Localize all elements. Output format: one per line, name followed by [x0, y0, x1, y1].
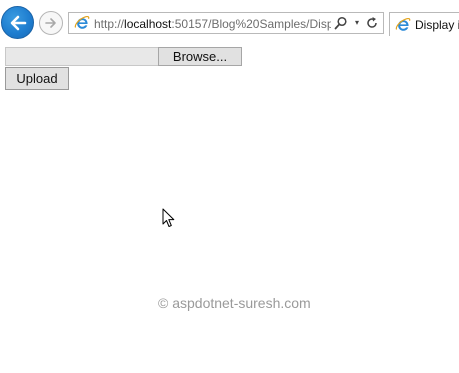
back-button[interactable]	[1, 6, 34, 39]
browse-button[interactable]: Browse...	[158, 47, 242, 66]
url-prefix: http://	[94, 17, 125, 31]
watermark-text: © aspdotnet-suresh.com	[158, 295, 311, 311]
address-bar[interactable]: http://localhost:50157/Blog%20Samples/Di…	[68, 12, 384, 34]
forward-button[interactable]	[39, 11, 63, 35]
browser-toolbar: http://localhost:50157/Blog%20Samples/Di…	[0, 0, 459, 43]
back-arrow-icon	[10, 15, 27, 31]
upload-button[interactable]: Upload	[5, 67, 69, 90]
file-upload-control[interactable]: Browse...	[5, 47, 242, 66]
tab-title: Display i	[415, 18, 459, 32]
forward-arrow-icon	[45, 18, 56, 28]
file-path-field[interactable]	[5, 47, 158, 66]
tab-display[interactable]: Display i	[389, 12, 459, 36]
url-path: :50157/Blog%20Samples/Disp	[171, 17, 331, 31]
dropdown-icon[interactable]: ▾	[352, 16, 362, 30]
mouse-cursor-icon	[162, 208, 175, 227]
url-text[interactable]: http://localhost:50157/Blog%20Samples/Di…	[94, 16, 331, 32]
ie-logo-icon	[395, 17, 411, 31]
refresh-icon[interactable]	[365, 16, 379, 30]
ie-logo-icon	[74, 15, 90, 29]
url-host: localhost	[124, 17, 172, 31]
search-icon[interactable]	[334, 16, 348, 30]
